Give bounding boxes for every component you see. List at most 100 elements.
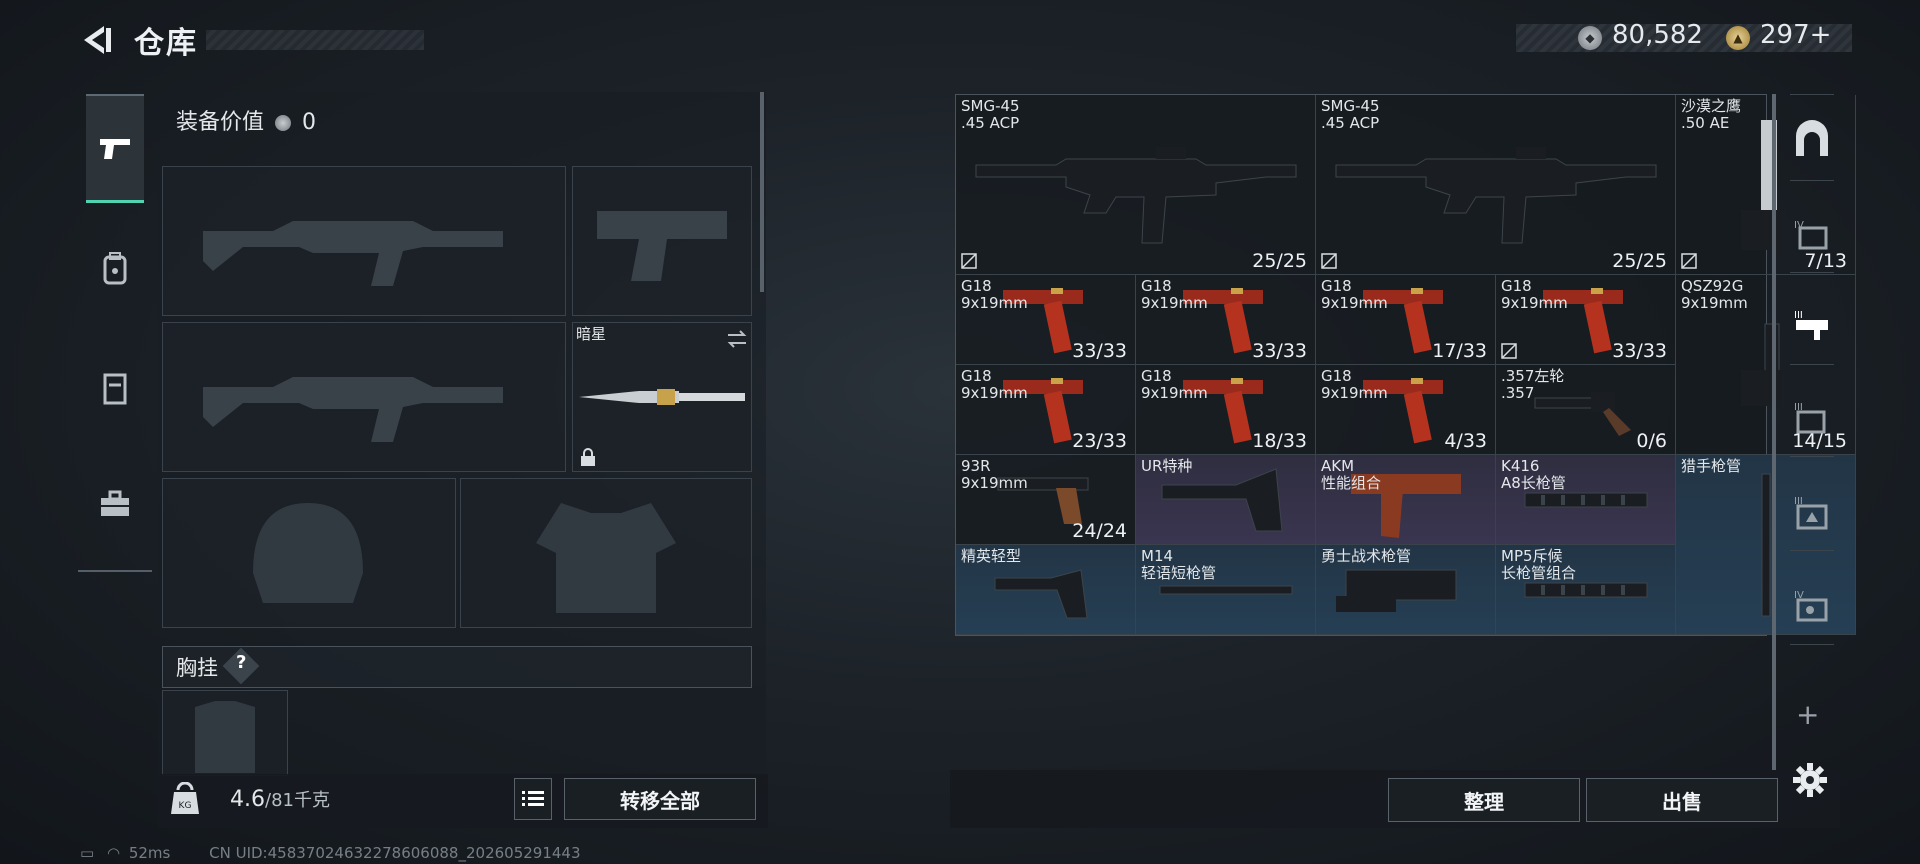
lock-icon (581, 448, 595, 466)
item-name: M14 轻语短枪管 (1141, 547, 1217, 582)
equipment-value-amount: 0 (302, 110, 317, 135)
title-decoration (206, 30, 424, 50)
weight-max: /81千克 (265, 790, 330, 811)
battery-icon: ▭ (80, 844, 95, 862)
silver-coin-icon (275, 115, 292, 131)
item-name: MP5斥候 长枪管组合 (1501, 547, 1577, 582)
primary-weapon-slot-2[interactable] (162, 322, 566, 472)
safe-box-icon[interactable] (1792, 120, 1832, 160)
page-title: 仓库 (134, 26, 198, 61)
item-name: G18 9x19mm (1141, 367, 1208, 402)
item-name: G18 9x19mm (1501, 277, 1568, 312)
item-ammo-count: 33/33 (1252, 340, 1307, 362)
transfer-all-button[interactable]: 转移全部 (564, 778, 756, 820)
svg-text:KG: KG (179, 801, 192, 811)
stash-item[interactable]: SMG-45 .45 ACP 25/25 (1316, 95, 1676, 275)
sidebar-divider (1790, 272, 1834, 273)
silver-balance: 80,582 (1612, 20, 1703, 50)
item-name: G18 9x19mm (961, 367, 1028, 402)
stash-item[interactable]: 勇士战术枪管 (1316, 545, 1496, 635)
stash-item[interactable]: .357左轮 .357 0/6 (1496, 365, 1676, 455)
equipment-value-label: 装备价值 (176, 110, 265, 135)
sidebar-divider (1790, 550, 1834, 551)
secondary-weapon-slot[interactable] (572, 166, 752, 316)
stash-item[interactable]: MP5斥候 长枪管组合 (1496, 545, 1676, 635)
stash-grid: SMG-45 .45 ACP 25/25 SMG-45 .45 ACP 25/25 沙漠… (955, 94, 1856, 636)
no-drop-icon (1321, 253, 1337, 269)
helmet-slot[interactable] (162, 478, 456, 628)
gear-icon[interactable] (1792, 762, 1828, 798)
back-button[interactable] (78, 22, 114, 58)
armor-silhouette-icon (536, 503, 676, 613)
no-drop-icon (1681, 253, 1697, 269)
tab-weapons[interactable] (86, 94, 144, 203)
stash-item[interactable]: G18 9x19mm 33/33 (1496, 275, 1676, 365)
sell-button[interactable]: 出售 (1586, 778, 1778, 822)
primary-weapon-slot[interactable] (162, 166, 566, 316)
stash-item[interactable]: K416 A8长枪管 (1496, 455, 1676, 545)
no-drop-icon (961, 253, 977, 269)
stash-scrollbar[interactable] (1772, 94, 1776, 770)
tab-vest[interactable] (86, 336, 144, 440)
help-text: ? (236, 652, 247, 673)
list-icon (522, 791, 544, 806)
swap-icon[interactable] (725, 327, 749, 351)
chest-rig-label: 胸挂 (176, 656, 218, 680)
rifle-silhouette-icon (203, 221, 503, 286)
item-ammo-count: 33/33 (1612, 340, 1667, 362)
item-name: G18 9x19mm (1141, 277, 1208, 312)
item-ammo-count: 25/25 (1252, 250, 1307, 272)
tab-toolbox[interactable] (86, 452, 144, 556)
sort-button[interactable]: 整理 (1388, 778, 1580, 822)
pistol-icon (100, 139, 130, 159)
item-name: QSZ92G 9x19mm (1681, 277, 1748, 312)
item-name: 勇士战术枪管 (1321, 547, 1412, 565)
stash-item[interactable]: G18 9x19mm 23/33 (956, 365, 1136, 455)
stash-item[interactable]: G18 9x19mm 33/33 (1136, 275, 1316, 365)
case-tier3-icon[interactable]: III (1792, 492, 1832, 532)
stash-item[interactable]: 精英轻型 (956, 545, 1136, 635)
case-tier3-medical-icon[interactable]: III (1792, 398, 1832, 438)
left-scrollbar[interactable] (760, 92, 764, 292)
stash-item[interactable]: G18 9x19mm 4/33 (1316, 365, 1496, 455)
add-case-button[interactable]: + (1796, 698, 1819, 731)
stash-item[interactable]: 93R 9x19mm 24/24 (956, 455, 1136, 545)
item-name: SMG-45 .45 ACP (961, 97, 1020, 132)
stash-item[interactable]: G18 9x19mm 17/33 (1316, 275, 1496, 365)
stash-item[interactable]: G18 9x19mm 18/33 (1136, 365, 1316, 455)
tab-backpack[interactable] (86, 216, 144, 320)
item-name: .357左轮 .357 (1501, 367, 1565, 402)
item-name: G18 9x19mm (1321, 277, 1388, 312)
item-name: G18 9x19mm (1321, 367, 1388, 402)
no-drop-icon (1501, 343, 1517, 359)
uid: CN UID:45837024632278606088_202605291443 (209, 844, 581, 862)
case-tier4-key-icon[interactable]: IV (1792, 586, 1832, 626)
armor-slot[interactable] (460, 478, 752, 628)
case-tier4-icon[interactable]: IV (1792, 214, 1832, 254)
item-name: 猎手枪管 (1681, 457, 1742, 475)
chest-rig-slot[interactable] (162, 690, 288, 776)
melee-slot[interactable] (572, 322, 752, 472)
loadout-tabs (78, 86, 152, 572)
gold-balance[interactable]: 297+ (1760, 20, 1831, 50)
item-ammo-count: 0/6 (1636, 430, 1667, 452)
rifle-silhouette-icon (203, 377, 503, 442)
item-ammo-count: 25/25 (1612, 250, 1667, 272)
stash-item[interactable]: UR特种 (1136, 455, 1316, 545)
stash-item[interactable]: M14 轻语短枪管 (1136, 545, 1316, 635)
case-tier3-gun-icon[interactable]: III (1792, 306, 1832, 346)
melee-name: 暗星 (576, 325, 607, 343)
stash-item[interactable]: SMG-45 .45 ACP 25/25 (956, 95, 1316, 275)
item-ammo-count: 24/24 (1072, 520, 1127, 542)
weight-display: 4.6/81千克 (230, 786, 330, 812)
stash-item[interactable]: G18 9x19mm 33/33 (956, 275, 1136, 365)
gold-coin-icon: ▲ (1726, 26, 1750, 50)
stash-item[interactable]: AKM 性能组合 (1316, 455, 1496, 545)
backpack-icon (103, 252, 127, 285)
status-bar: ▭ ◠ 52ms CN UID:45837024632278606088_202… (80, 844, 581, 862)
helmet-silhouette-icon (253, 503, 363, 603)
sidebar-divider (1790, 644, 1834, 645)
chest-rig-silhouette-icon (195, 701, 255, 773)
list-view-button[interactable] (514, 778, 552, 820)
pistol-silhouette-icon (597, 211, 727, 281)
